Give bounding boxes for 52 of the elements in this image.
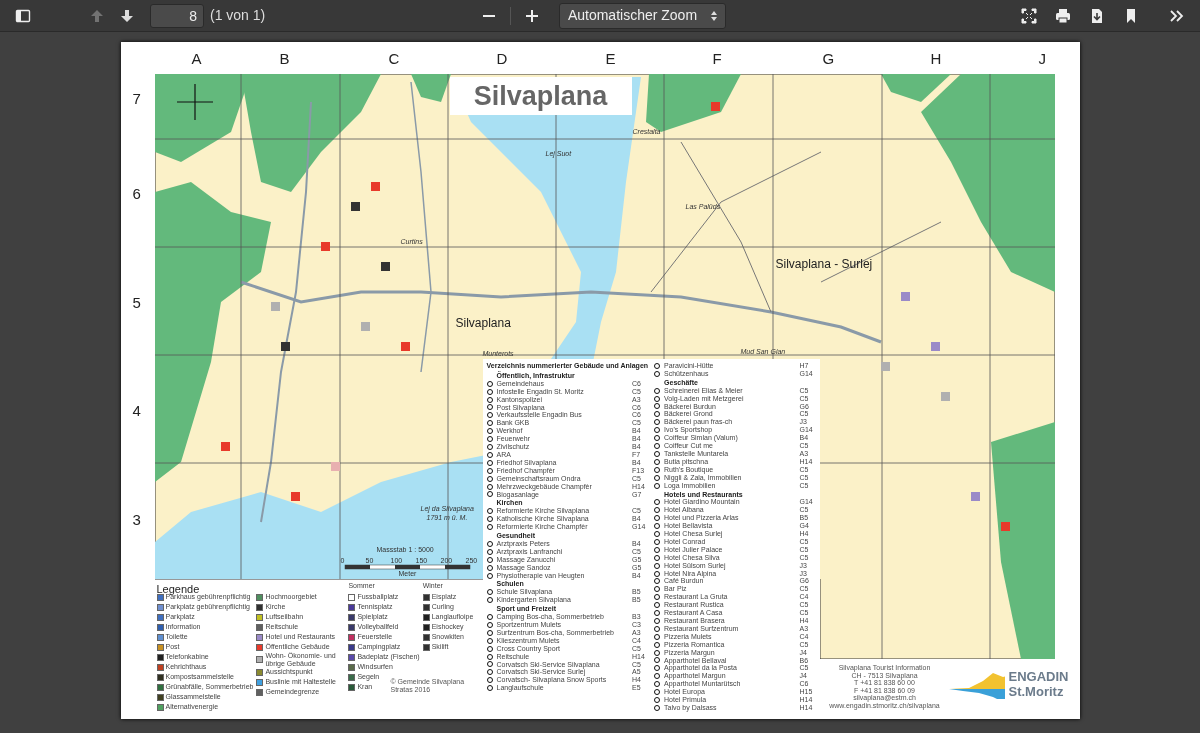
sidebar-icon <box>15 7 31 24</box>
building <box>710 102 720 111</box>
building <box>320 242 330 251</box>
grid-row-label: 7 <box>132 89 141 109</box>
building <box>330 462 340 471</box>
print-icon <box>1055 7 1071 24</box>
building <box>930 342 940 351</box>
building <box>280 342 290 351</box>
plus-icon <box>525 9 538 22</box>
town-label: Silvaplana - Surlej <box>775 256 873 273</box>
building <box>900 292 910 301</box>
grid-row-label: 5 <box>132 293 141 313</box>
grid-row-label: 4 <box>132 401 141 421</box>
grid-row-label: 6 <box>132 184 141 204</box>
building <box>360 322 370 331</box>
building <box>220 442 230 451</box>
building <box>880 362 890 371</box>
building <box>970 492 980 501</box>
compass-icon <box>175 83 214 121</box>
logo-text: ENGADIN <box>1008 669 1069 684</box>
grid-row-label: 3 <box>132 510 141 530</box>
arrow-down-icon <box>119 7 135 24</box>
building <box>940 392 950 401</box>
town-label: Silvaplana <box>455 315 511 332</box>
grid-column-label: F <box>712 49 722 69</box>
map-title: Silvaplana <box>449 77 632 115</box>
logo-text: St.Moritz <box>1008 684 1065 699</box>
building <box>290 492 300 501</box>
arrow-up-icon <box>89 7 105 24</box>
building <box>400 342 410 351</box>
grid-column-label: H <box>930 49 942 69</box>
grid-column-label: D <box>496 49 508 69</box>
zoom-select[interactable]: Automatischer Zoom <box>558 2 727 29</box>
building <box>270 302 280 311</box>
grid-column-label: J <box>1038 49 1046 69</box>
building <box>370 182 380 191</box>
double-chevron-icon <box>1169 7 1185 24</box>
grid-column-label: G <box>822 49 835 69</box>
grid-column-label: A <box>191 49 202 69</box>
download-icon <box>1089 7 1105 24</box>
building <box>380 262 390 271</box>
forest-area <box>410 74 451 102</box>
minus-icon <box>482 14 495 17</box>
fullscreen-icon <box>1021 7 1037 24</box>
page-number-field[interactable]: 8 <box>150 3 204 28</box>
grid-column-label: B <box>279 49 290 69</box>
page-count: (1 von 1) <box>210 6 266 25</box>
grid-column-label: E <box>605 49 616 69</box>
building <box>1000 522 1010 531</box>
building <box>350 202 360 211</box>
updown-caret-icon <box>711 10 718 21</box>
grid-column-label: C <box>388 49 400 69</box>
